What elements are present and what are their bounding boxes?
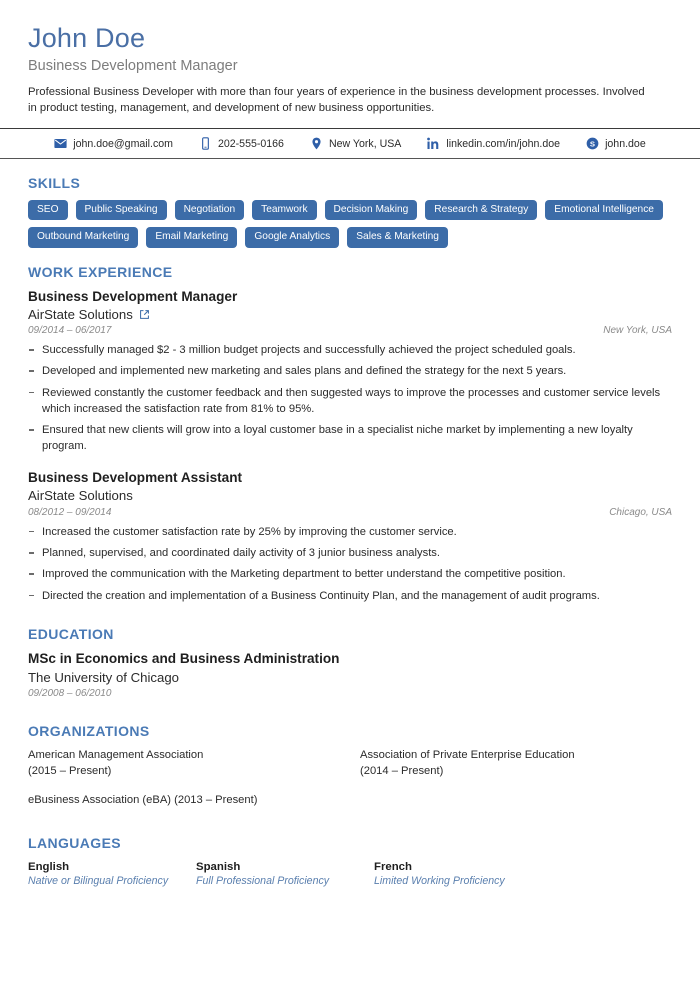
organization-item: eBusiness Association (eBA) (2013 – Pres… xyxy=(28,793,340,809)
job-bullet: Increased the customer satisfaction rate… xyxy=(28,524,672,540)
skill-pill[interactable]: Decision Making xyxy=(324,200,418,221)
language-item: English Native or Bilingual Proficiency xyxy=(28,860,196,889)
section-title-work-experience: WORK EXPERIENCE xyxy=(28,263,173,280)
language-level: Limited Working Proficiency xyxy=(374,874,505,887)
languages-list: English Native or Bilingual Proficiency … xyxy=(28,860,672,889)
contact-phone-value: 202-555-0166 xyxy=(217,137,284,150)
education-entry: MSc in Economics and Business Administra… xyxy=(28,651,672,699)
job-bullet: Reviewed constantly the customer feedbac… xyxy=(28,385,672,417)
organization-years: (2015 – Present) xyxy=(28,764,112,777)
candidate-summary: Professional Business Developer with mor… xyxy=(28,86,645,115)
job-bullet: Developed and implemented new marketing … xyxy=(28,363,672,379)
language-level: Full Professional Proficiency xyxy=(196,874,330,887)
contact-item-skype[interactable]: S john.doe xyxy=(586,137,646,150)
job-role: Business Development Assistant xyxy=(28,470,243,486)
contact-item-location[interactable]: New York, USA xyxy=(310,137,401,150)
linkedin-icon xyxy=(427,137,440,150)
organization-item: American Management Association (2015 – … xyxy=(28,748,340,779)
contact-skype-value: john.doe xyxy=(605,137,646,150)
organization-years: (2014 – Present) xyxy=(360,764,444,777)
job-bullet: Ensured that new clients will grow into … xyxy=(28,422,672,454)
skill-pill[interactable]: Research & Strategy xyxy=(425,200,538,221)
language-name: French xyxy=(374,861,412,874)
phone-icon xyxy=(199,137,212,150)
job-location: Chicago, USA xyxy=(609,506,672,518)
section-title-languages: LANGUAGES xyxy=(28,835,122,852)
job-bullet: Planned, supervised, and coordinated dai… xyxy=(28,545,672,561)
skill-pill[interactable]: Negotiation xyxy=(174,200,245,221)
contact-item-linkedin[interactable]: linkedin.com/in/john.doe xyxy=(427,137,560,150)
skills-list: SEO Public Speaking Negotiation Teamwork… xyxy=(28,200,672,248)
section-organizations: ORGANIZATIONS American Management Associ… xyxy=(28,723,672,809)
job-location: New York, USA xyxy=(603,325,672,337)
section-title-education: EDUCATION xyxy=(28,625,114,642)
organization-name: eBusiness Association (eBA) (2013 – Pres… xyxy=(28,794,258,807)
job-dates: 08/2012 – 09/2014 xyxy=(28,506,112,518)
section-title-organizations: ORGANIZATIONS xyxy=(28,723,150,740)
skill-pill[interactable]: SEO xyxy=(28,200,68,221)
resume-page: John Doe Business Development Manager Pr… xyxy=(0,0,700,991)
location-pin-icon xyxy=(310,137,323,150)
job-bullets: Increased the customer satisfaction rate… xyxy=(28,524,672,604)
organization-name: American Management Association xyxy=(28,749,204,762)
language-item: French Limited Working Proficiency xyxy=(374,860,672,889)
contact-email-value: john.doe@gmail.com xyxy=(73,137,173,150)
job-bullet: Successfully managed $2 - 3 million budg… xyxy=(28,342,672,358)
contact-item-phone[interactable]: 202-555-0166 xyxy=(199,137,284,150)
job-company-line: AirState Solutions xyxy=(28,488,672,505)
organizations-list: American Management Association (2015 – … xyxy=(28,748,672,809)
job-company: AirState Solutions xyxy=(28,306,133,322)
education-dates: 09/2008 – 06/2010 xyxy=(28,688,112,700)
section-education: EDUCATION MSc in Economics and Business … xyxy=(28,626,672,699)
job-bullet: Directed the creation and implementation… xyxy=(28,588,672,604)
external-link-icon[interactable] xyxy=(139,309,150,320)
education-degree: MSc in Economics and Business Administra… xyxy=(28,650,340,666)
job-bullets: Successfully managed $2 - 3 million budg… xyxy=(28,342,672,454)
contact-linkedin-value: linkedin.com/in/john.doe xyxy=(446,137,561,150)
job-dates: 09/2014 – 06/2017 xyxy=(28,325,112,337)
skill-pill[interactable]: Public Speaking xyxy=(75,200,167,221)
job-company-line: AirState Solutions xyxy=(28,307,672,324)
email-icon xyxy=(54,137,67,150)
section-languages: LANGUAGES English Native or Bilingual Pr… xyxy=(28,835,672,889)
education-school: The University of Chicago xyxy=(28,669,179,685)
job-meta: 08/2012 – 09/2014 Chicago, USA xyxy=(28,507,672,518)
svg-text:S: S xyxy=(590,140,595,149)
language-name: English xyxy=(28,861,70,874)
organization-item: Association of Private Enterprise Educat… xyxy=(360,748,672,779)
section-work-experience: WORK EXPERIENCE Business Development Man… xyxy=(28,264,672,604)
language-name: Spanish xyxy=(196,861,241,874)
job-entry: Business Development Assistant AirState … xyxy=(28,470,672,603)
language-item: Spanish Full Professional Proficiency xyxy=(196,860,374,889)
skype-icon: S xyxy=(586,137,599,150)
header-divider-bottom xyxy=(0,158,700,160)
organization-name: Association of Private Enterprise Educat… xyxy=(360,749,575,762)
job-meta: 09/2014 – 06/2017 New York, USA xyxy=(28,325,672,336)
skill-pill[interactable]: Emotional Intelligence xyxy=(545,200,663,221)
resume-header: John Doe Business Development Manager Pr… xyxy=(0,0,700,128)
contact-item-email[interactable]: john.doe@gmail.com xyxy=(54,137,173,150)
candidate-job-title: Business Development Manager xyxy=(28,57,238,74)
job-bullet: Improved the communication with the Mark… xyxy=(28,566,672,582)
section-skills: SKILLS SEO Public Speaking Negotiation T… xyxy=(28,175,672,248)
language-level: Native or Bilingual Proficiency xyxy=(28,874,169,887)
contact-location-value: New York, USA xyxy=(328,137,402,150)
candidate-name: John Doe xyxy=(28,23,146,53)
job-role: Business Development Manager xyxy=(28,288,238,304)
job-company: AirState Solutions xyxy=(28,488,133,504)
skill-pill[interactable]: Sales & Marketing xyxy=(347,227,448,248)
job-entry: Business Development Manager AirState So… xyxy=(28,289,672,455)
contact-bar: john.doe@gmail.com 202-555-0166 New York… xyxy=(0,129,700,158)
resume-body: SKILLS SEO Public Speaking Negotiation T… xyxy=(0,175,700,889)
skill-pill[interactable]: Email Marketing xyxy=(146,227,238,248)
skill-pill[interactable]: Google Analytics xyxy=(245,227,340,248)
section-title-skills: SKILLS xyxy=(28,175,81,192)
skill-pill[interactable]: Teamwork xyxy=(252,200,317,221)
skill-pill[interactable]: Outbound Marketing xyxy=(28,227,139,248)
